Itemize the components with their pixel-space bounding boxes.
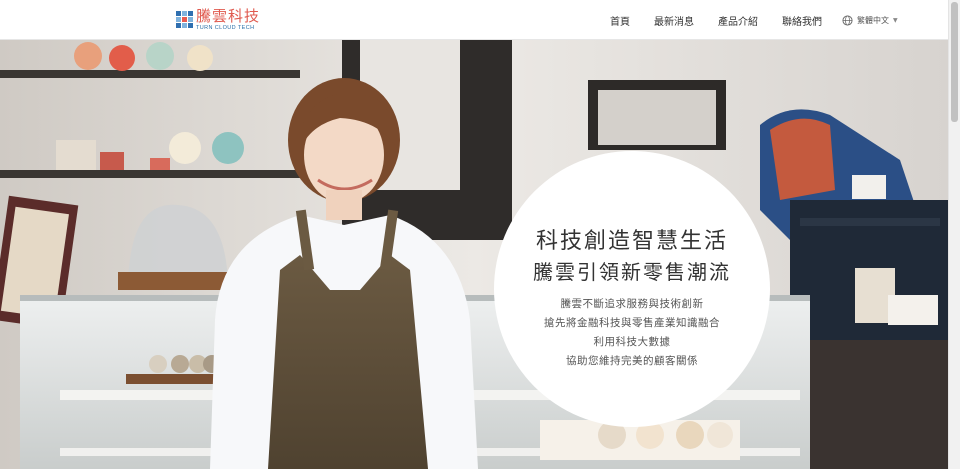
hero-headline: 科技創造智慧生活 (535, 229, 728, 254)
brand-logo[interactable]: 騰雲科技 TURN CLOUD TECH (176, 9, 260, 33)
logo-mark-icon (176, 11, 193, 28)
hero-line: 搶先將金融科技與零售產業知識融合 (544, 317, 720, 329)
site-header: 騰雲科技 TURN CLOUD TECH 首頁 最新消息 產品介紹 聯絡我們 繁… (0, 0, 948, 40)
hero-message-circle: 科技創造智慧生活 騰雲引領新零售潮流 騰雲不斷追求服務與技術創新 搶先將金融科技… (494, 151, 770, 427)
hero-line: 利用科技大數據 (593, 336, 671, 348)
chevron-down-icon: ▼ (893, 16, 898, 24)
nav-contact[interactable]: 聯絡我們 (782, 13, 822, 28)
hero-line: 協助您維持完美的顧客關係 (566, 355, 698, 367)
nav-products[interactable]: 產品介紹 (718, 13, 758, 28)
nav-home[interactable]: 首頁 (610, 13, 630, 28)
brand-name-en: TURN CLOUD TECH (196, 25, 255, 31)
globe-icon (842, 14, 853, 26)
scrollbar-thumb[interactable] (951, 2, 958, 122)
page-scrollbar[interactable] (948, 0, 960, 469)
hero-background-photo (0, 40, 948, 469)
main-nav: 首頁 最新消息 產品介紹 聯絡我們 繁體中文 ▼ (610, 0, 898, 40)
hero-subheadline: 騰雲引領新零售潮流 (533, 260, 731, 284)
hero-banner: 科技創造智慧生活 騰雲引領新零售潮流 騰雲不斷追求服務與技術創新 搶先將金融科技… (0, 40, 948, 469)
nav-news[interactable]: 最新消息 (654, 13, 694, 28)
language-label: 繁體中文 (857, 15, 889, 25)
language-selector[interactable]: 繁體中文 ▼ (842, 14, 898, 26)
brand-name-cn: 騰雲科技 (196, 7, 261, 25)
hero-line: 騰雲不斷追求服務與技術創新 (560, 298, 704, 310)
